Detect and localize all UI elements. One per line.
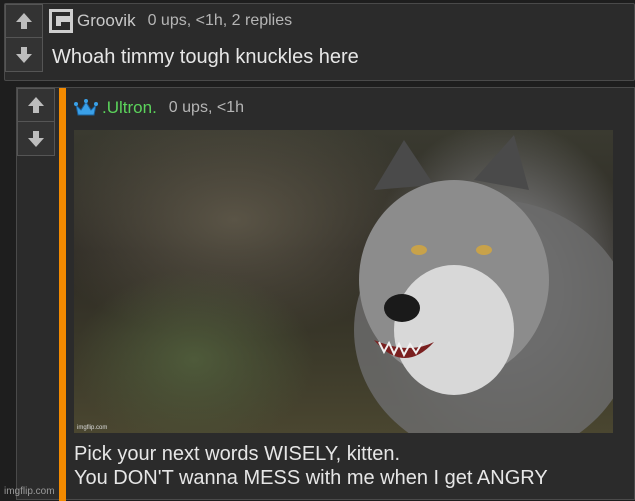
down-arrow-icon [16, 46, 32, 63]
comment-text-line1: Pick your next words WISELY, kitten. [74, 443, 401, 465]
comment-header: Groovik 0 ups, <1h, 2 replies [49, 9, 292, 33]
comment-header: .Ultron. 0 ups, <1h [74, 98, 244, 118]
footer-watermark: imgflip.com [4, 486, 55, 497]
username[interactable]: .Ultron. [102, 98, 157, 118]
comment-meta: 0 ups, <1h, 2 replies [147, 12, 293, 29]
comment-groovik: Groovik 0 ups, <1h, 2 replies Whoah timm… [4, 3, 635, 81]
reply-indent-stripe [59, 88, 66, 501]
user-logo-icon[interactable] [49, 9, 73, 33]
upvote-button[interactable] [17, 88, 55, 122]
comment-text: Whoah timmy tough knuckles here [52, 46, 359, 68]
comment-ultron: .Ultron. 0 ups, <1h imgflip.com Pick you… [16, 87, 635, 501]
downvote-button[interactable] [17, 122, 55, 156]
wolf-image [354, 135, 613, 433]
comment-image[interactable]: imgflip.com [74, 130, 613, 433]
down-arrow-icon [28, 130, 44, 147]
up-arrow-icon [16, 13, 32, 29]
vote-controls [17, 88, 57, 156]
upvote-button[interactable] [5, 4, 43, 38]
image-watermark: imgflip.com [77, 425, 108, 431]
crown-icon [74, 99, 98, 116]
downvote-button[interactable] [5, 38, 43, 72]
vote-controls [5, 4, 45, 72]
up-arrow-icon [28, 97, 44, 113]
username[interactable]: Groovik [77, 11, 136, 31]
comment-text-line2: You DON'T wanna MESS with me when I get … [74, 467, 548, 489]
comment-meta: 0 ups, <1h [168, 99, 244, 116]
